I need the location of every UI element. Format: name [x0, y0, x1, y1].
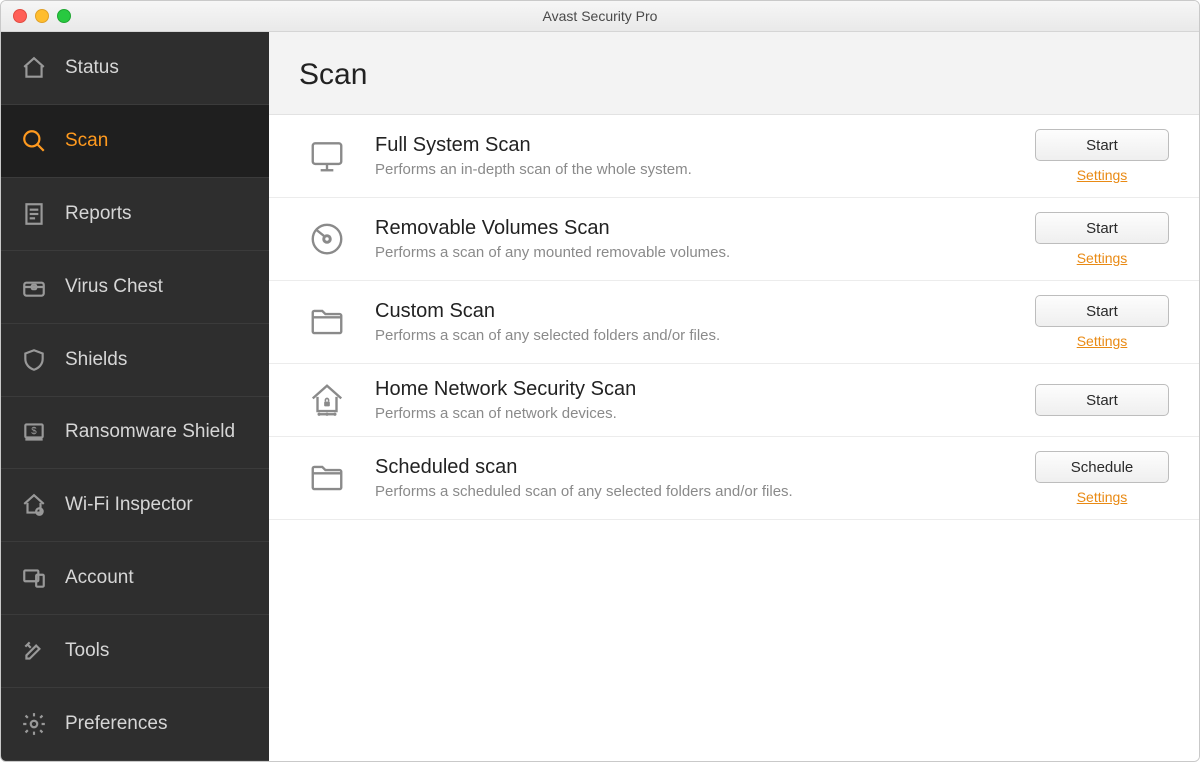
home-network-icon: [299, 381, 355, 419]
app-window: Avast Security Pro Status Scan: [0, 0, 1200, 762]
devices-icon: [19, 563, 49, 593]
start-button[interactable]: Start: [1035, 212, 1169, 244]
sidebar-item-label: Shields: [65, 349, 127, 371]
settings-link[interactable]: Settings: [1077, 167, 1128, 183]
sidebar-item-label: Tools: [65, 640, 109, 662]
scan-row-scheduled: Scheduled scan Performs a scheduled scan…: [269, 437, 1199, 520]
zoom-window-button[interactable]: [57, 9, 71, 23]
sidebar-item-label: Account: [65, 567, 134, 589]
shield-icon: [19, 345, 49, 375]
settings-link[interactable]: Settings: [1077, 489, 1128, 505]
window-title: Avast Security Pro: [1, 8, 1199, 24]
sidebar-item-label: Scan: [65, 130, 108, 152]
search-icon: [19, 126, 49, 156]
sidebar-item-label: Status: [65, 57, 119, 79]
sidebar-item-account[interactable]: Account: [1, 542, 269, 615]
folder-icon: [299, 459, 355, 497]
disc-icon: [299, 220, 355, 258]
scan-list: Full System Scan Performs an in-depth sc…: [269, 115, 1199, 520]
page-header: Scan: [269, 32, 1199, 115]
scan-desc: Performs a scan of any mounted removable…: [375, 244, 1015, 261]
sidebar-item-label: Reports: [65, 203, 132, 225]
sidebar-item-label: Wi-Fi Inspector: [65, 494, 193, 516]
wifi-inspector-icon: [19, 490, 49, 520]
sidebar-item-tools[interactable]: Tools: [1, 615, 269, 688]
minimize-window-button[interactable]: [35, 9, 49, 23]
scan-text: Scheduled scan Performs a scheduled scan…: [375, 456, 1015, 500]
sidebar: Status Scan Reports: [1, 32, 269, 761]
scan-desc: Performs a scheduled scan of any selecte…: [375, 483, 1015, 500]
scan-row-removable: Removable Volumes Scan Performs a scan o…: [269, 198, 1199, 281]
scan-text: Full System Scan Performs an in-depth sc…: [375, 134, 1015, 178]
start-button[interactable]: Start: [1035, 384, 1169, 416]
monitor-icon: [299, 137, 355, 175]
scan-desc: Performs a scan of any selected folders …: [375, 327, 1015, 344]
chest-icon: [19, 272, 49, 302]
schedule-button[interactable]: Schedule: [1035, 451, 1169, 483]
scan-title: Home Network Security Scan: [375, 378, 1015, 401]
folder-icon: [299, 303, 355, 341]
start-button[interactable]: Start: [1035, 295, 1169, 327]
scan-desc: Performs an in-depth scan of the whole s…: [375, 161, 1015, 178]
sidebar-item-reports[interactable]: Reports: [1, 178, 269, 251]
main-content: Scan Full System Scan Performs an in-dep…: [269, 32, 1199, 761]
window-controls: [1, 9, 71, 23]
sidebar-item-scan[interactable]: Scan: [1, 105, 269, 178]
home-icon: [19, 53, 49, 83]
scan-title: Full System Scan: [375, 134, 1015, 157]
scan-actions: Start Settings: [1035, 129, 1169, 183]
start-button[interactable]: Start: [1035, 129, 1169, 161]
scan-actions: Start: [1035, 384, 1169, 416]
ransomware-shield-icon: $: [19, 417, 49, 447]
sidebar-item-label: Virus Chest: [65, 276, 163, 298]
sidebar-item-ransomware-shield[interactable]: $ Ransomware Shield: [1, 397, 269, 470]
scan-text: Home Network Security Scan Performs a sc…: [375, 378, 1015, 422]
scan-title: Scheduled scan: [375, 456, 1015, 479]
sidebar-item-shields[interactable]: Shields: [1, 324, 269, 397]
sidebar-item-status[interactable]: Status: [1, 32, 269, 105]
tools-icon: [19, 636, 49, 666]
scan-text: Removable Volumes Scan Performs a scan o…: [375, 217, 1015, 261]
scan-row-full-system: Full System Scan Performs an in-depth sc…: [269, 115, 1199, 198]
body-area: Status Scan Reports: [1, 32, 1199, 761]
scan-text: Custom Scan Performs a scan of any selec…: [375, 300, 1015, 344]
sidebar-item-wifi-inspector[interactable]: Wi-Fi Inspector: [1, 469, 269, 542]
close-window-button[interactable]: [13, 9, 27, 23]
svg-text:$: $: [31, 427, 37, 438]
scan-title: Removable Volumes Scan: [375, 217, 1015, 240]
scan-actions: Start Settings: [1035, 212, 1169, 266]
page-title: Scan: [299, 58, 1169, 92]
scan-row-custom: Custom Scan Performs a scan of any selec…: [269, 281, 1199, 364]
report-icon: [19, 199, 49, 229]
gear-icon: [19, 709, 49, 739]
settings-link[interactable]: Settings: [1077, 333, 1128, 349]
sidebar-item-label: Preferences: [65, 713, 167, 735]
scan-actions: Schedule Settings: [1035, 451, 1169, 505]
scan-title: Custom Scan: [375, 300, 1015, 323]
scan-actions: Start Settings: [1035, 295, 1169, 349]
settings-link[interactable]: Settings: [1077, 250, 1128, 266]
sidebar-item-preferences[interactable]: Preferences: [1, 688, 269, 761]
scan-row-network: Home Network Security Scan Performs a sc…: [269, 364, 1199, 437]
sidebar-item-virus-chest[interactable]: Virus Chest: [1, 251, 269, 324]
scan-desc: Performs a scan of network devices.: [375, 405, 1015, 422]
titlebar: Avast Security Pro: [1, 1, 1199, 32]
sidebar-item-label: Ransomware Shield: [65, 421, 235, 443]
